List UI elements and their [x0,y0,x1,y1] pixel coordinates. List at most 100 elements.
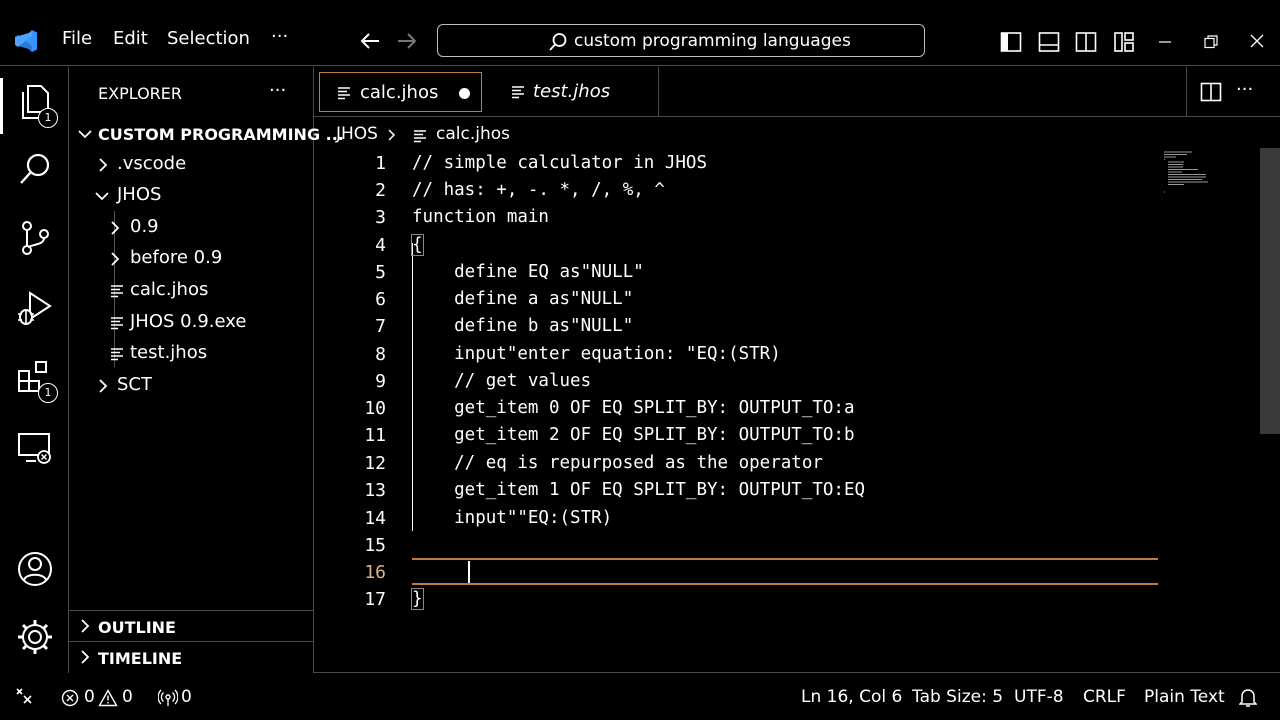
status-bar: 0 0 0 Ln 16, Col 6 Tab Size: 5 UTF-8 CRL… [0,673,1280,720]
minimize-window-icon[interactable] [1158,40,1172,44]
explorer-more-actions[interactable]: ··· [269,80,286,101]
tab-test-jhos[interactable]: test.jhos [490,67,658,117]
run-and-debug-icon[interactable] [14,287,56,329]
chevron-right-icon [98,379,108,393]
workspace-root[interactable]: CUSTOM PROGRAMMING ... [69,120,344,150]
outline-section-header[interactable]: OUTLINE [69,610,313,641]
tree-item-test-jhos[interactable]: test.jhos [69,339,313,369]
language-mode[interactable]: Plain Text [1144,687,1225,707]
remote-explorer-icon[interactable] [14,427,56,469]
code-text: input""EQ:(STR) [412,508,613,528]
code-editor[interactable]: 1 // simple calculator in JHOS 2 // has: +… [314,148,1280,673]
forward-arrow-icon[interactable] [396,31,418,51]
tree-item-before-0-9[interactable]: before 0.9 [69,244,313,274]
tree-item-calc-jhos[interactable]: calc.jhos [69,276,313,306]
end-of-line[interactable]: CRLF [1083,687,1126,707]
extensions-icon[interactable]: 1 [14,357,58,403]
line-number: 3 [375,207,386,228]
menu-file[interactable]: File [62,28,92,49]
chevron-down-icon [95,191,109,201]
search-text: custom programming languages [574,31,851,51]
breadcrumb-file[interactable]: calc.jhos [436,124,510,144]
toggle-panel-icon[interactable] [1038,31,1060,53]
notifications-bell-icon[interactable] [1239,688,1257,708]
file-lines-icon [110,316,124,330]
file-lines-icon [413,129,427,143]
tree-item-label: 0.9 [130,216,159,237]
tab-calc-jhos[interactable]: calc.jhos [319,72,482,112]
tree-item-jhos-exe[interactable]: JHOS 0.9.exe [69,308,313,338]
tab-divider [658,67,659,116]
split-editor-icon[interactable] [1200,82,1222,102]
code-line: 8 input"enter equation: "EQ:(STR) [314,341,1254,368]
code-line: 4{ [314,232,1254,259]
chevron-right-icon [80,619,90,633]
tree-item-jhos[interactable]: JHOS [69,181,313,211]
code-line: 13 get_item 1 OF EQ SPLIT_BY: OUTPUT_TO:… [314,477,1254,504]
error-circle-icon [61,689,79,707]
tab-actions-divider [1186,67,1187,116]
chevron-right-icon [80,650,90,664]
vscode-logo-icon [13,28,39,54]
explorer-files-icon[interactable]: 1 [14,82,58,128]
tree-item-0-9[interactable]: 0.9 [69,213,313,243]
editor-more-actions[interactable]: ··· [1236,79,1253,100]
vertical-scrollbar-thumb[interactable] [1260,148,1280,434]
warning-triangle-icon [98,689,118,707]
editor-tab-bar: calc.jhos test.jhos ··· [314,67,1280,117]
code-text: define EQ as"NULL" [412,262,644,282]
remote-indicator-icon[interactable] [15,687,33,705]
tree-item-label: JHOS 0.9.exe [130,311,247,332]
tree-item-label: test.jhos [130,342,208,363]
code-line: 14 input""EQ:(STR) [314,505,1254,532]
timeline-section-header[interactable]: TIMELINE [69,641,313,672]
menu-edit[interactable]: Edit [113,28,148,49]
customize-layout-icon[interactable] [1113,31,1135,53]
line-number: 2 [375,180,386,201]
ports-count: 0 [181,687,192,707]
code-text: // get values [412,371,592,391]
code-line: 5 define EQ as"NULL" [314,259,1254,286]
tree-item-sct[interactable]: SCT [69,371,313,401]
manage-gear-icon[interactable] [14,616,56,658]
code-line: 3 function main [314,204,1254,231]
timeline-label: TIMELINE [98,649,183,668]
code-text: // eq is repurposed as the operator [412,453,823,473]
chevron-right-icon [98,158,108,172]
source-control-icon[interactable] [14,217,56,259]
tree-item-label: SCT [117,374,152,395]
code-text: define a as"NULL" [412,289,634,309]
chevron-right-icon [110,252,120,266]
toggle-primary-sidebar-icon[interactable] [1000,31,1022,53]
back-arrow-icon[interactable] [359,31,381,51]
code-text: get_item 1 OF EQ SPLIT_BY: OUTPUT_TO:EQ [412,480,866,500]
unsaved-dot-icon[interactable] [459,88,470,99]
line-number: 13 [364,480,386,501]
toggle-secondary-sidebar-icon[interactable] [1075,31,1097,53]
line-number: 17 [364,589,386,610]
minimap[interactable] [1162,150,1224,198]
file-lines-icon [110,347,124,361]
menu-more[interactable]: ··· [271,26,288,47]
restore-window-icon[interactable] [1204,35,1218,49]
code-text: input"enter equation: "EQ:(STR) [412,344,781,364]
file-lines-icon [110,284,124,298]
code-text: get_item 2 OF EQ SPLIT_BY: OUTPUT_TO:b [412,425,855,445]
breadcrumb-folder[interactable]: JHOS [336,124,378,144]
line-number: 10 [364,398,386,419]
tree-item-vscode[interactable]: .vscode [69,150,313,180]
close-window-icon[interactable] [1250,34,1264,48]
search-activity-icon[interactable] [14,149,56,191]
broadcast-icon [158,689,178,707]
command-center-search[interactable]: custom programming languages [437,24,925,57]
code-text: function main [412,207,549,227]
account-icon[interactable] [14,548,56,590]
menu-selection[interactable]: Selection [167,28,250,49]
code-text: define b as"NULL" [412,316,634,336]
cursor-position[interactable]: Ln 16, Col 6 [801,687,902,707]
activity-bar: 1 1 [0,67,69,673]
warning-count: 0 [122,687,133,707]
explorer-title: EXPLORER [98,84,182,103]
encoding[interactable]: UTF-8 [1014,687,1064,707]
tab-size[interactable]: Tab Size: 5 [912,687,1003,707]
